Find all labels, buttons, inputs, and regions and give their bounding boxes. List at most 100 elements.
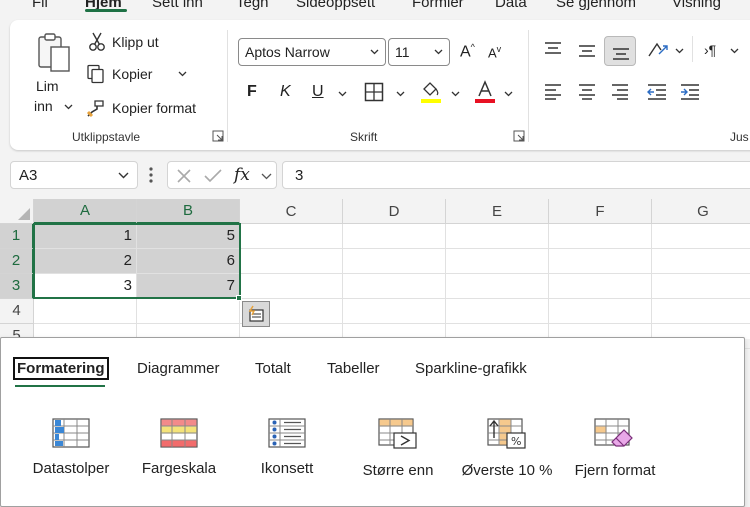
column-header-e[interactable]: E — [446, 199, 549, 224]
cell-c1[interactable] — [240, 224, 343, 249]
chevron-down-icon[interactable] — [730, 48, 739, 54]
cell-g4[interactable] — [652, 299, 750, 324]
select-all-corner[interactable] — [0, 199, 34, 224]
tab-fil[interactable]: Fil — [32, 0, 48, 11]
increase-indent-icon[interactable] — [680, 84, 700, 100]
row-header-2[interactable]: 2 — [0, 249, 34, 274]
cell-b2[interactable]: 6 — [137, 249, 240, 274]
cell-d3[interactable] — [343, 274, 446, 299]
decrease-indent-icon[interactable] — [647, 84, 667, 100]
font-name-select[interactable]: Aptos Narrow — [238, 38, 386, 66]
cell-a3-active[interactable]: 3 — [34, 274, 137, 299]
tab-data[interactable]: Data — [495, 0, 527, 11]
tab-visning[interactable]: Visning — [672, 0, 721, 11]
cell-b1[interactable]: 5 — [137, 224, 240, 249]
qa-clear-format[interactable]: Fjern format — [569, 418, 661, 479]
align-center-icon[interactable] — [578, 84, 596, 100]
cell-a4[interactable] — [34, 299, 137, 324]
insert-function-button[interactable]: fx — [234, 165, 250, 185]
column-header-b[interactable]: B — [137, 199, 240, 224]
cell-b4[interactable] — [137, 299, 240, 324]
column-header-f[interactable]: F — [549, 199, 652, 224]
align-middle-icon[interactable] — [578, 44, 596, 58]
chevron-down-icon[interactable] — [504, 91, 513, 97]
dialog-launcher-icon[interactable] — [513, 130, 525, 142]
cell-a1[interactable]: 1 — [34, 224, 137, 249]
cell-f4[interactable] — [549, 299, 652, 324]
cell-e1[interactable] — [446, 224, 549, 249]
column-header-g[interactable]: G — [652, 199, 750, 224]
qa-color-scale[interactable]: Fargeskala — [137, 418, 221, 477]
worksheet-grid[interactable]: A B C D E F G 1 2 3 4 5 1 5 2 6 3 7 — [0, 199, 750, 349]
column-header-a[interactable]: A — [34, 199, 137, 224]
cell-f3[interactable] — [549, 274, 652, 299]
cell-d4[interactable] — [343, 299, 446, 324]
row-header-3[interactable]: 3 — [0, 274, 34, 299]
row-header-1[interactable]: 1 — [0, 224, 34, 249]
tab-se-gjennom[interactable]: Se gjennom — [556, 0, 636, 11]
qa-data-bars[interactable]: Datastolper — [29, 418, 113, 477]
dialog-launcher-icon[interactable] — [212, 130, 224, 142]
qa-icon-sets[interactable]: Ikonsett — [245, 418, 329, 477]
chevron-down-icon[interactable] — [396, 91, 405, 97]
increase-font-size-button[interactable]: A^ — [458, 40, 482, 62]
cell-e3[interactable] — [446, 274, 549, 299]
font-size-select[interactable]: 11 — [388, 38, 450, 66]
bold-button[interactable]: F — [247, 83, 257, 101]
cell-g3[interactable] — [652, 274, 750, 299]
cell-f2[interactable] — [549, 249, 652, 274]
paste-button[interactable]: Lim inn — [28, 32, 78, 118]
italic-button[interactable]: K — [280, 83, 291, 101]
cell-e4[interactable] — [446, 299, 549, 324]
align-bottom-button[interactable] — [604, 36, 636, 66]
align-left-icon[interactable] — [544, 84, 562, 100]
chevron-down-icon[interactable] — [451, 91, 460, 97]
qa-top-10[interactable]: % Øverste 10 % — [459, 418, 555, 479]
qa-greater-than[interactable]: Større enn — [353, 418, 443, 479]
chevron-down-icon[interactable] — [338, 91, 347, 97]
qa-tab-diagrammer[interactable]: Diagrammer — [137, 360, 220, 377]
align-top-icon[interactable] — [544, 42, 562, 56]
format-painter-button[interactable]: Kopier format — [86, 98, 216, 120]
quick-analysis-button[interactable] — [242, 301, 270, 327]
copy-button[interactable]: Kopier — [86, 64, 196, 86]
cell-a2[interactable]: 2 — [34, 249, 137, 274]
enter-icon[interactable] — [204, 168, 222, 184]
cell-c3[interactable] — [240, 274, 343, 299]
cell-e2[interactable] — [446, 249, 549, 274]
chevron-down-icon — [434, 49, 443, 55]
qa-tab-tabeller[interactable]: Tabeller — [327, 360, 380, 377]
row-header-4[interactable]: 4 — [0, 299, 34, 324]
qa-tab-sparkline[interactable]: Sparkline-grafikk — [415, 360, 527, 377]
text-direction-icon[interactable]: ›¶ — [704, 42, 716, 58]
borders-icon[interactable] — [364, 82, 384, 102]
qa-tab-formatering[interactable]: Formatering — [13, 357, 109, 380]
column-header-d[interactable]: D — [343, 199, 446, 224]
fill-color-icon[interactable] — [420, 80, 442, 104]
decrease-font-size-button[interactable]: Av — [486, 40, 510, 62]
underline-button[interactable]: U — [312, 83, 324, 101]
tab-sett-inn[interactable]: Sett inn — [152, 0, 203, 11]
tab-formler[interactable]: Formler — [412, 0, 464, 11]
orientation-icon[interactable] — [647, 40, 669, 60]
chevron-down-icon[interactable] — [261, 173, 272, 180]
column-header-c[interactable]: C — [240, 199, 343, 224]
cell-b3[interactable]: 7 — [137, 274, 240, 299]
cell-d1[interactable] — [343, 224, 446, 249]
cut-button[interactable]: Klipp ut — [88, 32, 198, 54]
cell-d2[interactable] — [343, 249, 446, 274]
cell-g1[interactable] — [652, 224, 750, 249]
cancel-icon[interactable] — [176, 168, 192, 184]
tab-tegn[interactable]: Tegn — [236, 0, 269, 11]
chevron-down-icon[interactable] — [675, 48, 684, 54]
name-box[interactable]: A3 — [10, 161, 138, 189]
align-right-icon[interactable] — [611, 84, 629, 100]
tab-sideoppsett[interactable]: Sideoppsett — [296, 0, 375, 11]
cell-f1[interactable] — [549, 224, 652, 249]
qa-tab-totalt[interactable]: Totalt — [255, 360, 291, 377]
formula-input[interactable]: 3 — [282, 161, 750, 189]
more-options-icon[interactable] — [149, 167, 153, 183]
font-color-icon[interactable] — [474, 80, 496, 104]
cell-c2[interactable] — [240, 249, 343, 274]
cell-g2[interactable] — [652, 249, 750, 274]
